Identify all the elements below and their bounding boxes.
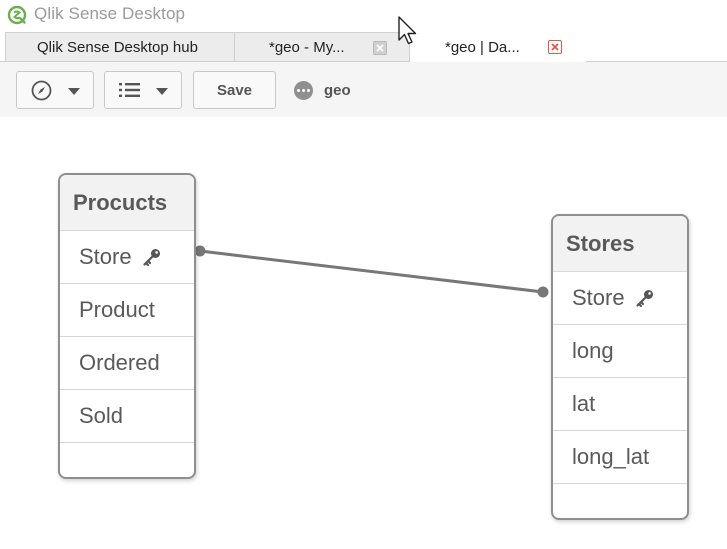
save-button[interactable]: Save (193, 71, 276, 109)
field-label: long (572, 338, 614, 363)
toolbar: Save geo (0, 62, 727, 117)
close-icon (551, 43, 559, 51)
field-row[interactable]: lat (553, 377, 687, 430)
qlik-logo-icon (7, 5, 27, 25)
field-row-empty (553, 483, 687, 518)
qlik-sense-window: Qlik Sense Desktop Qlik Sense Desktop hu… (0, 0, 727, 549)
field-row[interactable]: Ordered (60, 336, 194, 389)
mouse-cursor-icon (398, 16, 417, 45)
tab-geo-data-model[interactable]: *geo | Da... (410, 32, 586, 62)
tab-hub[interactable]: Qlik Sense Desktop hub (5, 32, 235, 62)
title-bar: Qlik Sense Desktop (0, 0, 727, 30)
tab-label: *geo - My... (269, 39, 345, 56)
app-indicator[interactable]: geo (294, 80, 351, 100)
field-row[interactable]: Product (60, 283, 194, 336)
tab-geo-sheet[interactable]: *geo - My... (234, 32, 410, 62)
field-row[interactable]: Store (60, 230, 194, 283)
key-icon (635, 290, 653, 308)
close-icon (376, 44, 384, 52)
more-dots-icon (294, 80, 313, 100)
navigation-menu-button[interactable] (16, 71, 94, 109)
table-card-procucts[interactable]: Procucts Store Product Ordered Sold (58, 173, 196, 479)
field-label: Store (572, 285, 625, 310)
field-row-empty (60, 442, 194, 477)
field-label: lat (572, 391, 596, 416)
list-menu-button[interactable] (104, 71, 182, 109)
table-title: Procucts (60, 175, 194, 230)
field-row[interactable]: long_lat (553, 430, 687, 483)
field-row[interactable]: Store (553, 271, 687, 324)
field-label: Store (79, 244, 132, 269)
association-endpoint (194, 245, 206, 257)
association-line[interactable] (199, 249, 544, 294)
tab-close-icon[interactable] (373, 41, 387, 55)
tab-bar: Qlik Sense Desktop hub *geo - My... *geo… (0, 30, 727, 62)
association-endpoint (537, 286, 549, 298)
tab-label: Qlik Sense Desktop hub (37, 39, 198, 56)
tab-label: *geo | Da... (445, 39, 520, 56)
app-name: geo (324, 81, 351, 99)
window-title: Qlik Sense Desktop (34, 4, 186, 23)
key-icon (142, 249, 160, 267)
data-model-canvas[interactable]: Procucts Store Product Ordered Sold Stor… (0, 117, 727, 549)
field-label: long_lat (572, 444, 650, 469)
table-title: Stores (553, 216, 687, 271)
chevron-down-icon (68, 88, 80, 95)
field-row[interactable]: long (553, 324, 687, 377)
tab-close-icon[interactable] (548, 40, 562, 54)
table-card-stores[interactable]: Stores Store long lat long_lat (551, 214, 689, 520)
compass-icon (31, 80, 52, 101)
field-row[interactable]: Sold (60, 389, 194, 442)
chevron-down-icon (156, 88, 168, 95)
field-label: Sold (79, 403, 124, 428)
list-icon (119, 83, 140, 97)
field-label: Ordered (79, 350, 160, 375)
field-label: Product (79, 297, 155, 322)
